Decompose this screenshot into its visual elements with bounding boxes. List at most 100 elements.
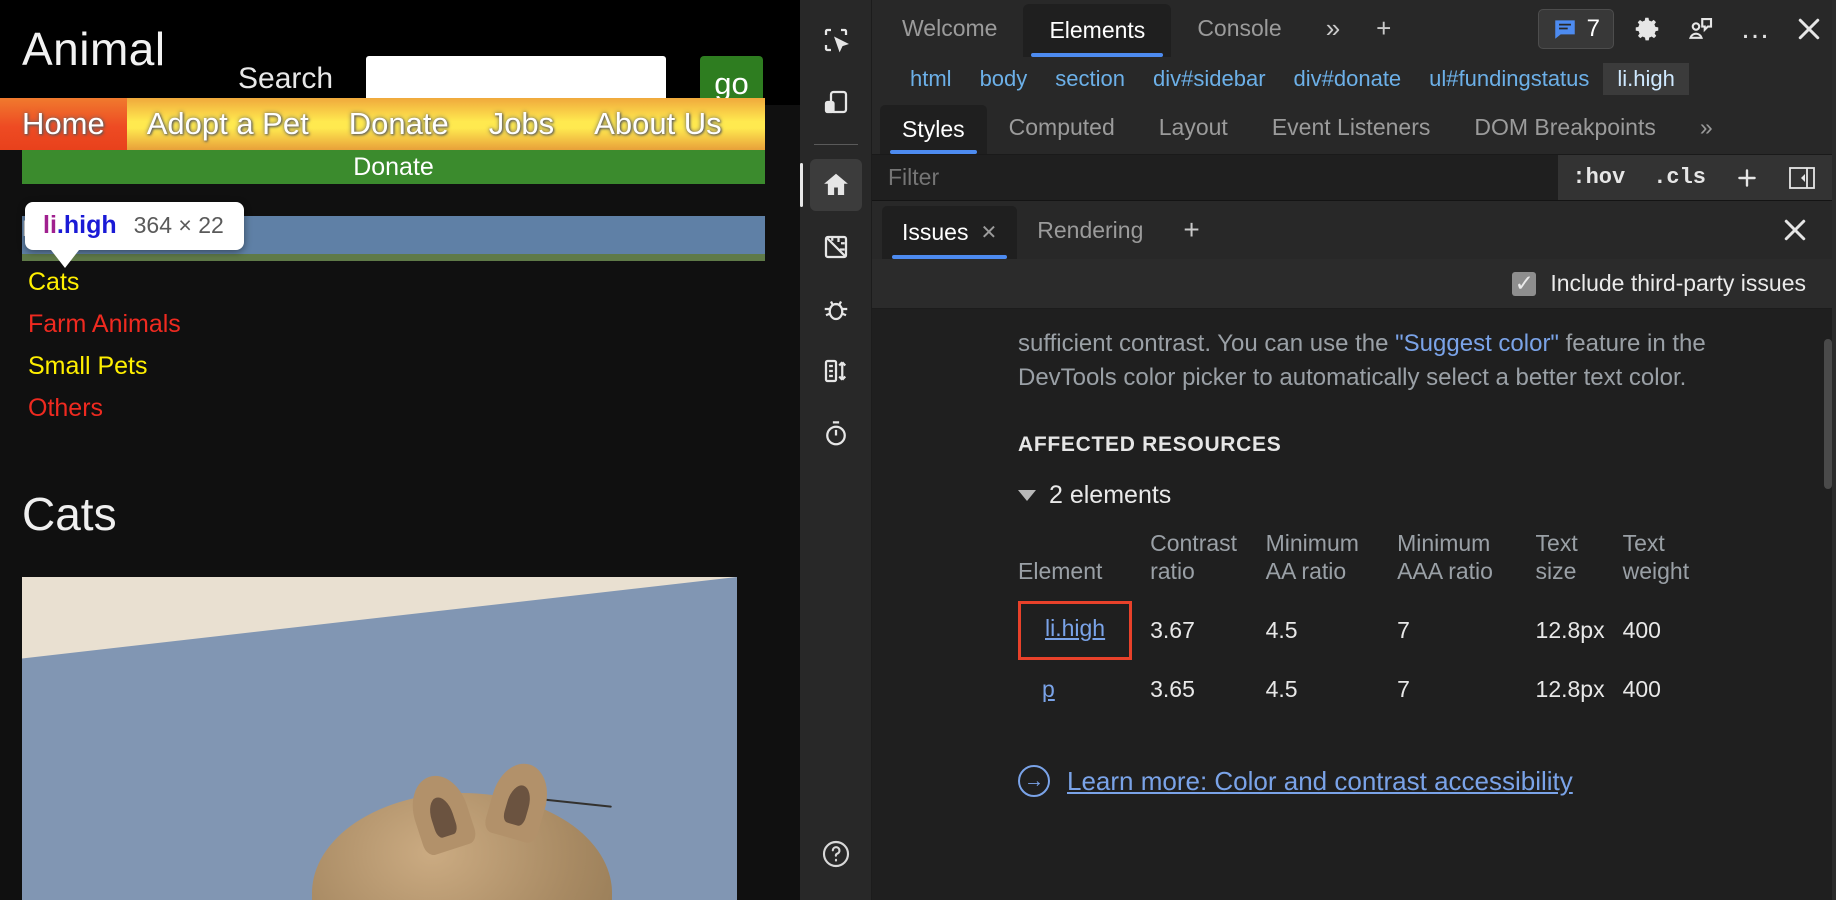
element-link-p[interactable]: p (1042, 676, 1055, 703)
cat-ear-inner (426, 794, 459, 839)
tab-welcome[interactable]: Welcome (876, 0, 1023, 57)
close-drawer-icon[interactable] (1754, 201, 1836, 259)
device-toolbar-icon[interactable] (810, 76, 862, 128)
devtools-tabbar: Welcome Elements Console » + 7 (872, 0, 1836, 57)
list-item-others[interactable]: Others (22, 387, 765, 429)
affected-elements-count: 2 elements (1049, 481, 1171, 510)
close-devtools-icon[interactable] (1782, 0, 1836, 57)
breadcrumb-item-div-donate[interactable]: div#donate (1280, 63, 1416, 95)
cell-min-aa: 4.5 (1266, 668, 1397, 711)
nav-item-about-us[interactable]: About Us (574, 100, 742, 148)
pane-tab-dom-breakpoints[interactable]: DOM Breakpoints (1452, 101, 1678, 154)
cell-element: li.high (1018, 593, 1150, 668)
affected-elements-toggle[interactable]: 2 elements (1018, 481, 1806, 510)
cat-photo (22, 577, 737, 900)
gear-icon[interactable] (1620, 0, 1674, 57)
tab-elements[interactable]: Elements (1023, 4, 1171, 57)
add-drawer-tab-icon[interactable]: + (1163, 201, 1219, 259)
tab-console[interactable]: Console (1171, 0, 1307, 57)
col-header-min-aa: Minimum AA ratio (1266, 526, 1397, 593)
issue-description: sufficient contrast. You can use the "Su… (1018, 327, 1806, 395)
site-title: Animal (22, 22, 166, 76)
tooltip-tag-name: li (43, 211, 57, 239)
list-item-small-pets[interactable]: Small Pets (22, 345, 765, 387)
list-item-farm-animals[interactable]: Farm Animals (22, 303, 765, 345)
tooltip-selector: li.high (43, 211, 117, 240)
styles-pane-tabs: Styles Computed Layout Event Listeners D… (872, 101, 1836, 155)
issue-content: sufficient contrast. You can use the "Su… (872, 327, 1836, 797)
devtools-panel: Welcome Elements Console » + 7 (800, 0, 1836, 900)
cell-text-weight: 400 (1623, 668, 1718, 711)
nav-item-home[interactable]: Home (0, 98, 127, 150)
breadcrumb-item-div-sidebar[interactable]: div#sidebar (1139, 63, 1280, 95)
affected-resources-title: AFFECTED RESOURCES (1018, 433, 1806, 457)
cell-text-size: 12.8px (1536, 593, 1623, 668)
new-style-rule-icon[interactable] (1720, 165, 1774, 191)
col-header-contrast-ratio: Contrast ratio (1150, 526, 1266, 593)
breadcrumb-item-section[interactable]: section (1041, 63, 1139, 95)
col-header-text-weight: Text weight (1623, 526, 1718, 593)
page-title: Cats (22, 487, 117, 541)
table-row: p 3.65 4.5 7 12.8px 400 (1018, 668, 1718, 711)
web-page-viewport: Animal Search go Home Adopt a Pet Donate… (0, 0, 800, 900)
cell-element: p (1018, 668, 1150, 711)
styles-filter-input[interactable] (872, 164, 1558, 191)
ruler-icon[interactable] (810, 221, 862, 273)
search-input[interactable] (366, 56, 666, 102)
learn-more-label[interactable]: Learn more: Color and contrast accessibi… (1067, 766, 1573, 797)
drawer-tabbar: Issues ✕ Rendering + (872, 201, 1836, 259)
issue-description-part1: sufficient contrast. You can use the (1018, 330, 1395, 357)
breadcrumb-item-ul-fundingstatus[interactable]: ul#fundingstatus (1415, 63, 1603, 95)
search-label: Search (238, 62, 333, 96)
nav-item-adopt-a-pet[interactable]: Adopt a Pet (127, 100, 329, 148)
rail-divider (814, 144, 858, 145)
help-icon[interactable] (810, 828, 862, 880)
tabbar-spacer (1409, 0, 1531, 57)
breadcrumb-item-html[interactable]: html (896, 63, 966, 95)
breadcrumb-item-body[interactable]: body (966, 63, 1042, 95)
drawer-tab-rendering[interactable]: Rendering (1017, 201, 1163, 259)
chevron-down-icon (1018, 490, 1036, 501)
pane-tab-computed[interactable]: Computed (987, 101, 1137, 154)
close-issues-tab-icon[interactable]: ✕ (980, 220, 997, 245)
timer-icon[interactable] (810, 407, 862, 459)
add-tab-icon[interactable]: + (1358, 0, 1409, 57)
more-tabs-icon[interactable]: » (1308, 0, 1358, 57)
issue-scrollbar-thumb[interactable] (1824, 339, 1832, 489)
main-navigation: Home Adopt a Pet Donate Jobs About Us (0, 98, 765, 150)
issues-count: 7 (1587, 15, 1600, 43)
feedback-icon[interactable] (1674, 0, 1728, 57)
issues-message-icon (1552, 16, 1578, 42)
donate-banner[interactable]: Donate (22, 150, 765, 184)
nav-item-jobs[interactable]: Jobs (469, 100, 574, 148)
learn-more-link[interactable]: → Learn more: Color and contrast accessi… (1018, 765, 1806, 797)
network-sort-icon[interactable] (810, 345, 862, 397)
issues-badge[interactable]: 7 (1538, 9, 1614, 49)
hov-toggle-button[interactable]: :hov (1558, 165, 1639, 190)
pane-tab-layout[interactable]: Layout (1137, 101, 1250, 154)
bug-icon[interactable] (810, 283, 862, 335)
home-icon[interactable] (810, 159, 862, 211)
drawer-tab-issues[interactable]: Issues ✕ (882, 206, 1017, 259)
table-row: li.high 3.67 4.5 7 12.8px 400 (1018, 593, 1718, 668)
devtools-main: Welcome Elements Console » + 7 (872, 0, 1836, 900)
cell-text-size: 12.8px (1536, 668, 1623, 711)
breadcrumb-item-li-high[interactable]: li.high (1603, 63, 1688, 95)
pane-tab-styles[interactable]: Styles (880, 105, 987, 154)
inspect-element-icon[interactable] (810, 14, 862, 66)
more-options-icon[interactable]: … (1728, 0, 1782, 57)
pane-tab-more[interactable]: » (1678, 101, 1735, 154)
include-third-party-checkbox[interactable]: ✓ (1512, 272, 1536, 296)
pane-tab-event-listeners[interactable]: Event Listeners (1250, 101, 1453, 154)
nav-item-donate[interactable]: Donate (329, 100, 469, 148)
cat-ear-inner (502, 783, 534, 828)
computed-sidebar-toggle-icon[interactable] (1774, 165, 1830, 191)
cls-toggle-button[interactable]: .cls (1639, 165, 1720, 190)
list-item-cats[interactable]: Cats (22, 261, 765, 303)
tooltip-class-name: .high (57, 211, 117, 239)
element-inspect-tooltip: li.high 364 × 22 (25, 202, 244, 250)
element-link-li-high[interactable]: li.high (1045, 615, 1105, 642)
cell-contrast-ratio: 3.65 (1150, 668, 1266, 711)
table-header-row: Element Contrast ratio Minimum AA ratio … (1018, 526, 1718, 593)
suggest-color-link[interactable]: "Suggest color" (1395, 330, 1559, 357)
